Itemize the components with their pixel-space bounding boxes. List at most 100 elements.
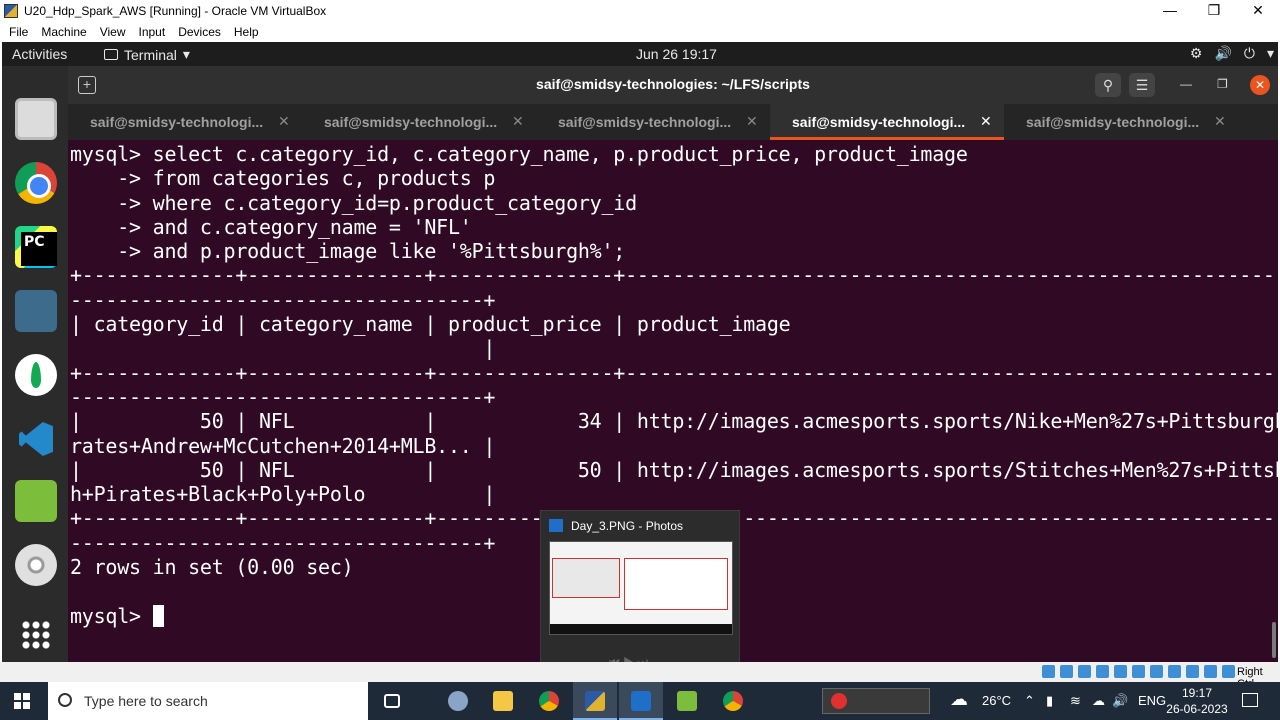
terminal-line: +-------------+---------------+---------… — [70, 263, 1278, 288]
app-grid-icon[interactable] — [15, 614, 57, 656]
taskbar-search[interactable]: Type here to search — [48, 682, 368, 720]
terminal-app-menu[interactable]: Terminal ▾ — [104, 46, 190, 63]
task-view-icon — [384, 694, 400, 708]
taskbar-chrome[interactable] — [527, 682, 571, 720]
files-icon[interactable] — [15, 98, 57, 140]
record-icon[interactable] — [831, 693, 847, 709]
preview-thumbnail[interactable] — [549, 541, 733, 635]
start-button[interactable] — [14, 693, 30, 709]
mongodb-icon[interactable] — [15, 354, 57, 396]
taskbar-notepad[interactable] — [665, 682, 709, 720]
terminal-tab[interactable]: saif@smidsy-technologi... ✕ — [302, 104, 536, 140]
taskbar-clock[interactable]: 19:17 26-06-2023 — [1162, 685, 1232, 717]
chrome-icon[interactable] — [15, 162, 57, 204]
terminal-icon — [104, 49, 118, 60]
chevron-up-icon[interactable]: ⌃ — [1024, 693, 1035, 709]
close-icon[interactable]: ✕ — [512, 113, 524, 130]
notepad-icon — [677, 691, 697, 711]
recorder-controls[interactable] — [822, 688, 930, 714]
terminal-tabs: saif@smidsy-technologi... ✕ saif@smidsy-… — [68, 104, 1278, 140]
volume-icon[interactable]: 🔊 — [1112, 693, 1128, 709]
temperature[interactable]: 26°C — [982, 693, 1011, 708]
pycharm-icon[interactable] — [15, 226, 57, 268]
minimize-window-button[interactable]: — — [1180, 77, 1192, 91]
close-icon[interactable]: ✕ — [278, 113, 290, 130]
audio-icon[interactable] — [1078, 665, 1091, 678]
dvd-icon[interactable] — [15, 544, 57, 586]
terminal-scrollbar[interactable] — [1272, 622, 1276, 658]
hamburger-menu-button[interactable]: ☰ — [1129, 73, 1155, 97]
keyboard-icon[interactable] — [1222, 665, 1235, 678]
tab-label: saif@smidsy-technologi... — [792, 114, 966, 130]
taskbar-file-explorer[interactable] — [481, 682, 525, 720]
terminal-line: 2 rows in set (0.00 sec) — [70, 555, 354, 580]
vscode-icon[interactable] — [15, 418, 57, 460]
close-window-button[interactable]: ✕ — [1250, 75, 1270, 95]
search-button[interactable]: ⚲ — [1095, 73, 1121, 97]
chrome-icon — [539, 691, 559, 711]
notification-icon[interactable] — [1242, 693, 1258, 707]
mysql-workbench-icon[interactable] — [15, 290, 57, 332]
terminal-header: + saif@smidsy-technologies: ~/LFS/script… — [68, 66, 1278, 104]
menu-input[interactable]: Input — [139, 25, 166, 39]
wifi-icon[interactable]: ≋ — [1070, 693, 1081, 709]
terminal-line: | category_id | category_name | product_… — [70, 312, 791, 337]
terminal-line: -> and c.category_name = 'NFL' — [70, 214, 472, 239]
clock[interactable]: Jun 26 19:17 — [636, 46, 717, 62]
taskbar-preview-popup[interactable]: Day_3.PNG - Photos ⏮ ▶ ⏭ — [540, 510, 740, 682]
maximize-window-button[interactable]: ❐ — [1217, 77, 1228, 91]
cpu-icon[interactable] — [1186, 665, 1199, 678]
app-icon — [448, 691, 468, 711]
window-title: U20_Hdp_Spark_AWS [Running] - Oracle VM … — [24, 4, 327, 18]
menu-help[interactable]: Help — [234, 25, 259, 39]
menu-machine[interactable]: Machine — [41, 25, 86, 39]
thumbnail-bar — [550, 624, 732, 634]
network-adapter-icon[interactable] — [1096, 665, 1109, 678]
close-icon[interactable]: ✕ — [1214, 113, 1226, 130]
terminal-tab[interactable]: saif@smidsy-technologi... ✕ — [68, 104, 302, 140]
virtualbox-icon — [4, 4, 18, 18]
close-icon[interactable]: ✕ — [980, 113, 992, 130]
terminal-line: | 50 | NFL | 50 | http://images.acmespor… — [70, 457, 1278, 482]
display-icon[interactable] — [1150, 665, 1163, 678]
battery-icon[interactable]: ▮ — [1046, 693, 1053, 709]
menu-file[interactable]: File — [9, 25, 28, 39]
weather-icon[interactable]: ☁ — [950, 689, 968, 710]
close-icon[interactable]: ✕ — [746, 113, 758, 130]
minimize-button[interactable]: — — [1148, 0, 1192, 22]
taskbar-photos[interactable] — [619, 682, 663, 720]
terminal-tab[interactable]: saif@smidsy-technologi... ✕ — [1004, 104, 1238, 140]
close-button[interactable]: ✕ — [1236, 0, 1280, 22]
taskbar-virtualbox[interactable] — [573, 682, 617, 720]
system-tray[interactable]: ⚙ 🔊 ⏻ ▾ — [1190, 45, 1274, 62]
taskbar-chrome-2[interactable] — [711, 682, 755, 720]
mouse-integration-icon[interactable] — [1204, 665, 1217, 678]
tab-label: saif@smidsy-technologi... — [324, 114, 498, 130]
terminal-tab-active[interactable]: saif@smidsy-technologi... ✕ — [770, 104, 1004, 140]
terminal-tab[interactable]: saif@smidsy-technologi... ✕ — [536, 104, 770, 140]
recording-icon[interactable] — [1168, 665, 1181, 678]
cloud-icon[interactable]: ☁ — [1092, 693, 1105, 709]
usb-icon[interactable] — [1114, 665, 1127, 678]
network-icon: ⚙ — [1189, 45, 1203, 61]
terminal-line: -> from categories c, products p — [70, 166, 496, 191]
optical-drive-icon[interactable] — [1060, 665, 1073, 678]
maximize-button[interactable]: ❐ — [1192, 0, 1236, 22]
hard-disk-icon[interactable] — [1042, 665, 1055, 678]
taskbar-app[interactable] — [436, 682, 480, 720]
terminal-line: mysql> select c.category_id, c.category_… — [70, 142, 968, 166]
virtualbox-menu-bar: File Machine View Input Devices Help — [0, 22, 1280, 42]
menu-devices[interactable]: Devices — [178, 25, 221, 39]
app-menu-label: Terminal — [124, 46, 177, 63]
shared-folder-icon[interactable] — [1132, 665, 1145, 678]
task-view-button[interactable] — [370, 682, 414, 720]
power-icon: ⏻ — [1243, 45, 1255, 61]
terminal-line: -----------------------------------+ — [70, 287, 496, 312]
tab-label: saif@smidsy-technologi... — [90, 114, 264, 130]
text-editor-icon[interactable] — [15, 480, 57, 522]
windows-taskbar: Type here to search ☁ 26°C ⌃ ▮ ≋ ☁ 🔊 ENG… — [0, 682, 1280, 720]
activities-button[interactable]: Activities — [12, 46, 67, 62]
date: 26-06-2023 — [1166, 702, 1228, 716]
volume-icon: 🔊 — [1214, 45, 1232, 61]
menu-view[interactable]: View — [100, 25, 126, 39]
